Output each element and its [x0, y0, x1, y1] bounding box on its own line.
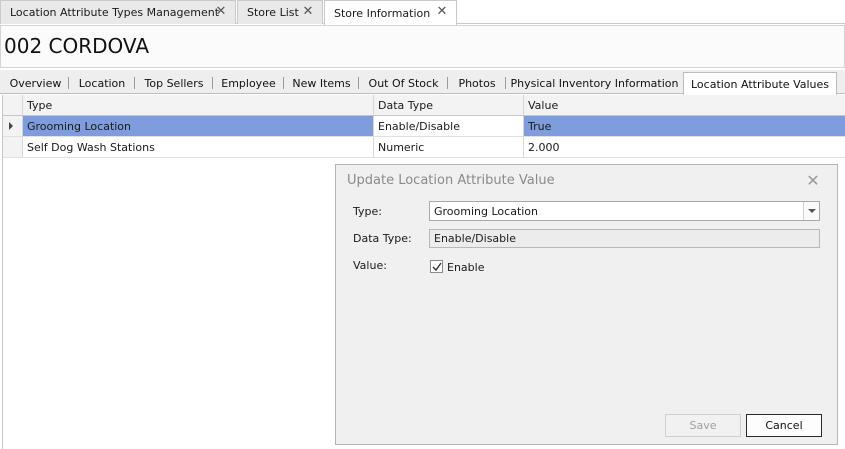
tab-location[interactable]: Location — [69, 72, 135, 94]
cell-data-type[interactable]: Enable/Disable — [374, 116, 524, 136]
tab-out-of-stock[interactable]: Out Of Stock — [359, 72, 448, 94]
column-header-value[interactable]: Value — [524, 95, 845, 115]
tab-location-attribute-values[interactable]: Location Attribute Values — [683, 72, 837, 95]
cell-value[interactable]: True — [524, 116, 845, 136]
header-indicator-cell — [3, 95, 23, 115]
close-icon[interactable]: ✕ — [805, 171, 821, 190]
enable-checkbox-label[interactable]: Enable — [447, 261, 484, 274]
chevron-down-icon[interactable] — [803, 202, 819, 220]
table-row[interactable]: Grooming Location Enable/Disable True — [3, 116, 845, 137]
document-tab-strip: Location Attribute Types Management ✕ St… — [0, 0, 845, 25]
type-combobox-value: Grooming Location — [434, 205, 539, 218]
tab-store-list[interactable]: Store List ✕ — [237, 0, 323, 24]
column-header-data-type[interactable]: Data Type — [374, 95, 524, 115]
tab-label: Store List — [247, 6, 299, 19]
store-header: 002 CORDOVA — [0, 25, 845, 68]
type-label: Type: — [353, 205, 382, 218]
tab-new-items[interactable]: New Items — [284, 72, 359, 94]
store-info-tab-strip: Overview Location Top Sellers Employee N… — [0, 70, 845, 95]
dialog-title: Update Location Attribute Value — [347, 173, 555, 188]
value-label: Value: — [353, 259, 387, 272]
cell-value[interactable]: 2.000 — [524, 137, 845, 157]
close-icon[interactable]: ✕ — [302, 5, 314, 18]
tab-physical-inventory-information[interactable]: Physical Inventory Information — [506, 72, 683, 94]
close-icon[interactable]: ✕ — [215, 5, 227, 18]
type-combobox[interactable]: Grooming Location — [429, 201, 820, 221]
tab-photos[interactable]: Photos — [448, 72, 506, 94]
tab-top-sellers[interactable]: Top Sellers — [135, 72, 213, 94]
cell-data-type[interactable]: Numeric — [374, 137, 524, 157]
close-icon[interactable]: ✕ — [436, 5, 448, 18]
tab-overview[interactable]: Overview — [2, 72, 69, 94]
save-button[interactable]: Save — [665, 414, 741, 437]
tab-label: Location Attribute Types Management — [10, 6, 220, 19]
data-type-value: Enable/Disable — [434, 232, 516, 245]
grid-header: Type Data Type Value — [3, 95, 845, 116]
current-row-arrow-icon — [9, 122, 13, 130]
data-type-label: Data Type: — [353, 232, 412, 245]
column-header-type[interactable]: Type — [23, 95, 374, 115]
row-indicator — [3, 137, 23, 157]
cell-type[interactable]: Grooming Location — [23, 116, 374, 136]
tab-employee[interactable]: Employee — [213, 72, 284, 94]
cancel-button[interactable]: Cancel — [746, 414, 822, 437]
row-indicator — [3, 116, 23, 136]
page-title: 002 CORDOVA — [4, 34, 150, 58]
enable-checkbox[interactable] — [430, 260, 443, 273]
data-type-field: Enable/Disable — [429, 229, 820, 248]
update-location-attribute-dialog: Update Location Attribute Value ✕ Type: … — [335, 164, 838, 445]
tab-location-attribute-types-management[interactable]: Location Attribute Types Management ✕ — [0, 0, 236, 24]
table-row[interactable]: Self Dog Wash Stations Numeric 2.000 — [3, 137, 845, 158]
tab-label: Store Information — [334, 6, 431, 20]
tab-store-information[interactable]: Store Information ✕ — [324, 0, 457, 25]
checkmark-icon — [432, 262, 442, 272]
cell-type[interactable]: Self Dog Wash Stations — [23, 137, 374, 157]
